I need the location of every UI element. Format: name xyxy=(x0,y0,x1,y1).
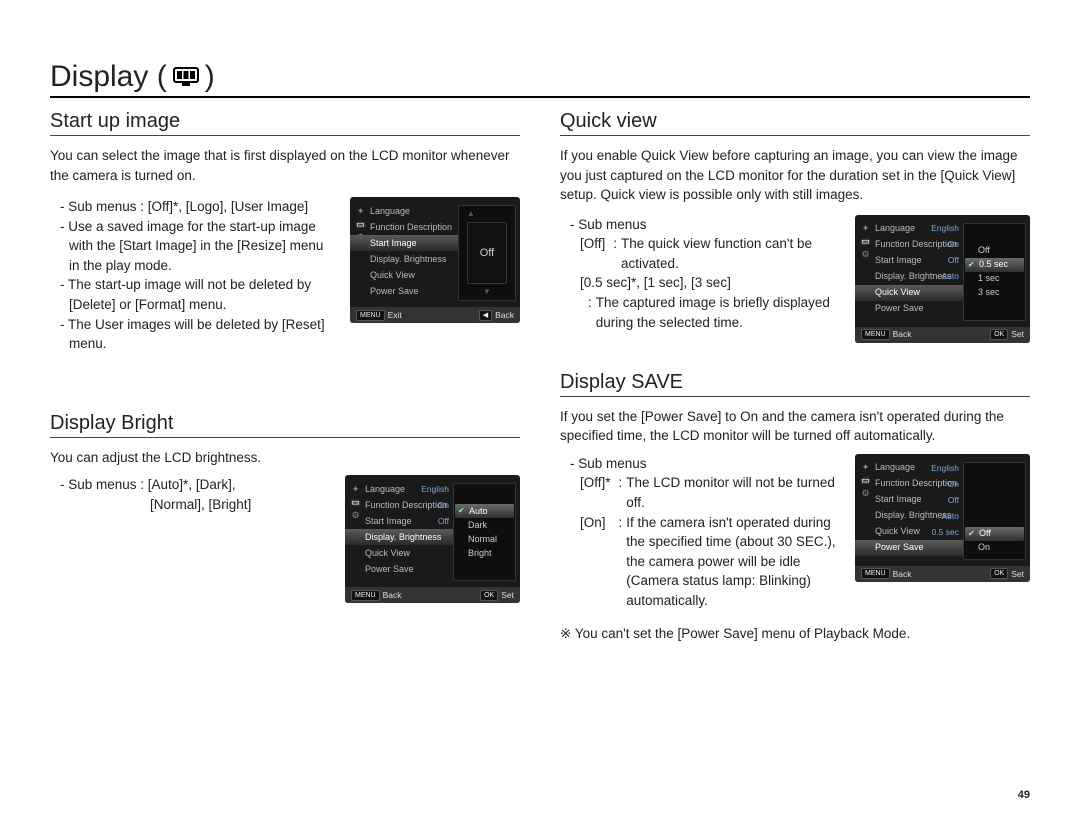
lcd-footer-label: Set xyxy=(1011,330,1024,339)
lcd-row: Function DescriptionOn xyxy=(855,476,963,492)
lcd-option: Bright xyxy=(454,546,515,560)
bullet: - Sub menus : [Auto]*, [Dark], xyxy=(60,475,331,495)
lcd-row-selected: Quick View xyxy=(855,285,963,301)
lcd-row: Display. Brightness xyxy=(350,251,458,267)
lcd-row: Power Save xyxy=(350,283,458,299)
sub-menus-label: - Sub menus xyxy=(560,215,841,235)
lcd-row: Function DescriptionOn xyxy=(345,497,453,513)
lcd-preview-startup: ✦▭⚙ Language Function Description Start … xyxy=(350,197,520,323)
lcd-row: Power Save xyxy=(855,301,963,317)
lcd-row: Quick View0.5 sec xyxy=(855,524,963,540)
sub-menus-label: - Sub menus xyxy=(560,454,841,474)
lcd-footer-key: OK xyxy=(990,568,1008,579)
display-icon xyxy=(173,67,199,87)
section-save: Display SAVE If you set the [Power Save]… xyxy=(560,371,1030,644)
bullet: - Use a saved image for the start-up ima… xyxy=(60,217,336,276)
lcd-row: LanguageEnglish xyxy=(855,460,963,476)
lcd-footer-key: MENU xyxy=(356,310,385,321)
def-label: [Off] xyxy=(580,234,613,273)
section-intro: If you enable Quick View before capturin… xyxy=(560,146,1030,205)
bullet: [Normal], [Bright] xyxy=(60,495,331,515)
lcd-preview-save: ✦▭⚙ LanguageEnglish Function Description… xyxy=(855,454,1030,582)
lcd-row: LanguageEnglish xyxy=(345,481,453,497)
lcd-footer-label: Back xyxy=(383,591,402,600)
section-title: Start up image xyxy=(50,110,520,136)
lcd-row: Start ImageOff xyxy=(855,492,963,508)
lcd-option: On xyxy=(964,541,1025,555)
footnote: ※ You can't set the [Power Save] menu of… xyxy=(560,624,1030,644)
section-title: Display Bright xyxy=(50,412,520,438)
lcd-row: Start ImageOff xyxy=(855,253,963,269)
lcd-footer-label: Set xyxy=(501,591,514,600)
lcd-option: Off xyxy=(964,244,1025,258)
lcd-option: 1 sec xyxy=(964,272,1025,286)
def-value: If the camera isn't operated during the … xyxy=(626,513,841,611)
lcd-footer-key: MENU xyxy=(861,568,890,579)
def-value: The LCD monitor will not be turned off. xyxy=(626,473,841,512)
section-intro: You can select the image that is first d… xyxy=(50,146,520,185)
lcd-footer-key: MENU xyxy=(351,590,380,601)
lcd-panel-value: Off xyxy=(467,222,507,284)
lcd-footer-label: Back xyxy=(495,311,514,320)
lcd-option: Dark xyxy=(454,518,515,532)
lcd-row: Quick View xyxy=(350,267,458,283)
section-title: Display SAVE xyxy=(560,371,1030,397)
lcd-option: 3 sec xyxy=(964,286,1025,300)
section-intro: You can adjust the LCD brightness. xyxy=(50,448,520,468)
lcd-footer-key: MENU xyxy=(861,329,890,340)
lcd-footer-label: Back xyxy=(893,570,912,579)
lcd-row: Display. BrightnessAuto xyxy=(855,269,963,285)
lcd-row: LanguageEnglish xyxy=(855,221,963,237)
lcd-row: Display. BrightnessAuto xyxy=(855,508,963,524)
lcd-footer-label: Set xyxy=(1011,570,1024,579)
lcd-option-selected: ✔Off xyxy=(965,527,1024,541)
bullet: - The start-up image will not be deleted… xyxy=(60,275,336,314)
bullet: - Sub menus : [Off]*, [Logo], [User Imag… xyxy=(60,197,336,217)
section-quick: Quick view If you enable Quick View befo… xyxy=(560,110,1030,343)
def-label: [0.5 sec]*, [1 sec], [3 sec] xyxy=(560,273,841,293)
lcd-row: Function DescriptionOn xyxy=(855,237,963,253)
lcd-footer-key: OK xyxy=(990,329,1008,340)
lcd-row-selected: Start Image xyxy=(350,235,458,251)
def-label: [On] xyxy=(580,513,619,611)
lcd-footer-key: ◀ xyxy=(479,310,492,321)
section-startup: Start up image You can select the image … xyxy=(50,110,520,354)
page-title: Display ( ) xyxy=(50,60,1030,98)
def-value: The quick view function can't be activat… xyxy=(621,234,841,273)
lcd-option-selected: ✔0.5 sec xyxy=(965,258,1024,272)
lcd-footer-label: Back xyxy=(893,330,912,339)
page-number: 49 xyxy=(1018,789,1030,801)
lcd-row: Function Description xyxy=(350,219,458,235)
lcd-preview-quick: ✦▭⚙ LanguageEnglish Function Description… xyxy=(855,215,1030,343)
bullet: - The User images will be deleted by [Re… xyxy=(60,315,336,354)
lcd-option-selected: ✔Auto xyxy=(455,504,514,518)
def-value: The captured image is briefly displayed … xyxy=(596,293,841,332)
section-title: Quick view xyxy=(560,110,1030,136)
section-intro: If you set the [Power Save] to On and th… xyxy=(560,407,1030,446)
title-prefix: Display ( xyxy=(50,60,167,94)
lcd-row-selected: Power Save xyxy=(855,540,963,556)
lcd-row: Start ImageOff xyxy=(345,513,453,529)
lcd-row: Power Save xyxy=(345,561,453,577)
lcd-option: Normal xyxy=(454,532,515,546)
lcd-row: Language xyxy=(350,203,458,219)
def-label: [Off]* xyxy=(580,473,619,512)
section-bright: Display Bright You can adjust the LCD br… xyxy=(50,412,520,604)
lcd-footer-key: OK xyxy=(480,590,498,601)
title-suffix: ) xyxy=(205,60,215,94)
lcd-row-selected: Display. Brightness xyxy=(345,529,453,545)
lcd-footer-label: Exit xyxy=(388,311,402,320)
lcd-preview-bright: ✦▭⚙ LanguageEnglish Function Description… xyxy=(345,475,520,603)
lcd-row: Quick View xyxy=(345,545,453,561)
